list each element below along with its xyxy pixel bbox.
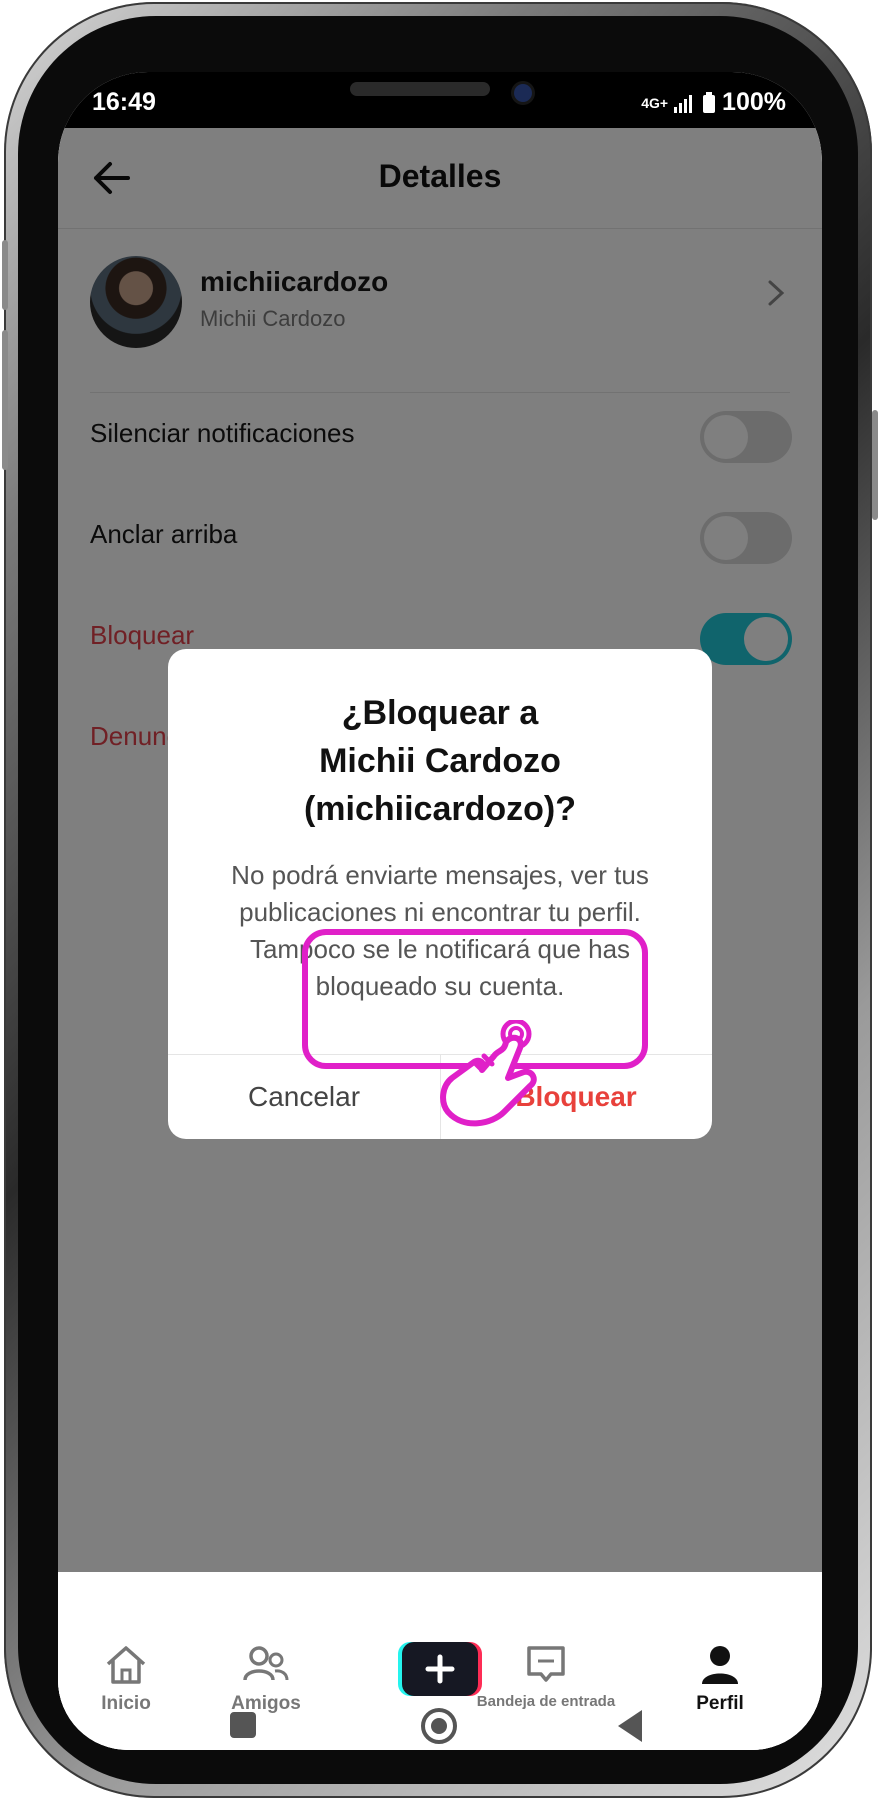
inbox-icon: [527, 1646, 565, 1682]
dialog-title-line: Michii Cardozo: [319, 742, 561, 780]
nav-item-inbox[interactable]: Bandeja de entrada: [448, 1644, 644, 1710]
status-time: 16:49: [92, 88, 156, 116]
dialog-title-line: (michiicardozo)?: [303, 790, 577, 828]
status-bar: 16:49 4G+ 100%: [58, 72, 822, 128]
front-camera: [514, 84, 532, 102]
network-type: 4G+: [641, 94, 669, 111]
battery-level: 100%: [722, 88, 786, 116]
system-nav-bar: [58, 1702, 822, 1750]
phone-screen: 16:49 4G+ 100% Detalles michiicardozo Mi…: [58, 72, 822, 1750]
home-circle-icon[interactable]: [420, 1707, 458, 1745]
speaker-grille: [350, 82, 490, 96]
recent-apps-icon[interactable]: [228, 1710, 258, 1740]
volume-button: [2, 240, 8, 310]
status-icons: 4G+ 100%: [641, 88, 786, 117]
volume-button: [2, 330, 8, 470]
dialog-title: ¿Bloquear a Michii Cardozo (michiicardoz…: [198, 689, 682, 833]
power-button: [872, 410, 878, 520]
battery-icon: [703, 91, 716, 113]
back-triangle-icon[interactable]: [614, 1708, 646, 1744]
profile-icon: [702, 1646, 738, 1684]
tap-hand-icon: [440, 1020, 537, 1127]
signal-icon: [674, 94, 693, 113]
dialog-title-line: ¿Bloquear a: [341, 694, 539, 732]
friends-icon: [243, 1646, 289, 1681]
home-icon: [106, 1646, 146, 1684]
